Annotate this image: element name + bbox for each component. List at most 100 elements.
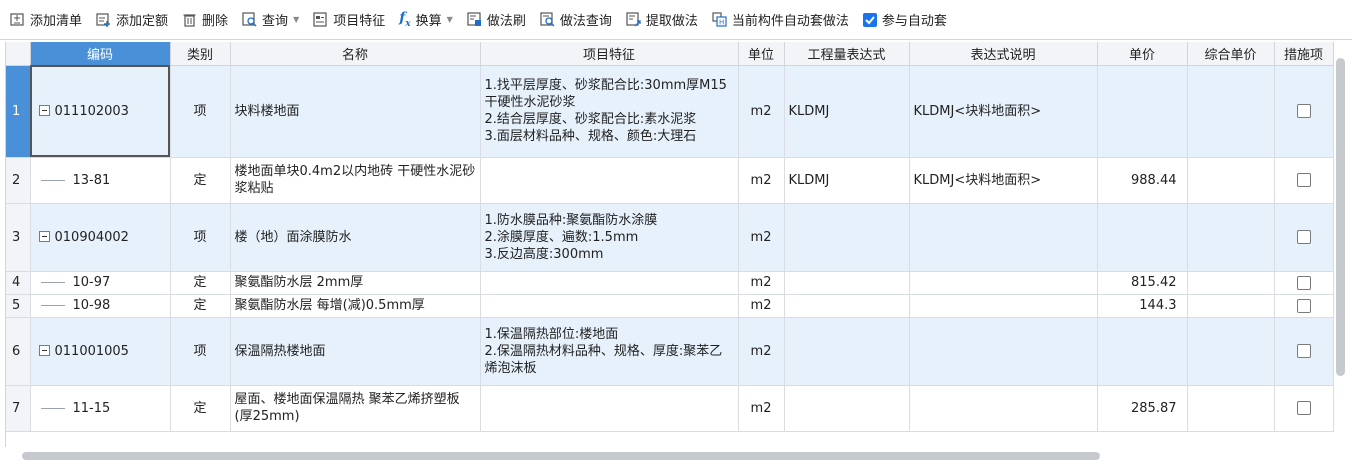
- price-cell[interactable]: [1097, 65, 1188, 158]
- measure-cell[interactable]: [1274, 317, 1334, 386]
- expression-desc-cell[interactable]: [909, 294, 1098, 318]
- expression-cell[interactable]: KLDMJ: [784, 65, 910, 158]
- measure-checkbox[interactable]: [1296, 173, 1311, 187]
- total-price-cell[interactable]: [1187, 157, 1275, 204]
- convert-button[interactable]: fx 换算 ▼: [399, 8, 453, 32]
- code-cell[interactable]: 10-97: [30, 271, 171, 295]
- row-number[interactable]: 3: [6, 203, 31, 272]
- feature-cell[interactable]: 1.防水膜品种:聚氨酯防水涂膜 2.涂膜厚度、遍数:1.5mm 3.反边高度:3…: [480, 203, 739, 272]
- table-row[interactable]: 5 10-98 定聚氨酯防水层 每增(减)0.5mm厚 m2 144.3: [6, 294, 1334, 318]
- expression-desc-cell[interactable]: [909, 271, 1098, 295]
- name-cell[interactable]: 聚氨酯防水层 2mm厚: [230, 271, 481, 295]
- checkmark-icon[interactable]: [862, 12, 877, 27]
- expression-cell[interactable]: [784, 203, 910, 272]
- unit-cell[interactable]: m2: [738, 203, 785, 272]
- table-row[interactable]: 4 10-97 定聚氨酯防水层 2mm厚 m2 815.42: [6, 271, 1334, 295]
- expression-cell[interactable]: [784, 317, 910, 386]
- expression-desc-cell[interactable]: [909, 203, 1098, 272]
- code-cell[interactable]: 011001005: [30, 317, 171, 386]
- measure-checkbox[interactable]: [1296, 298, 1311, 313]
- feature-cell[interactable]: [480, 271, 739, 295]
- price-cell[interactable]: 285.87: [1097, 385, 1188, 432]
- collapse-icon[interactable]: [38, 344, 50, 356]
- delete-button[interactable]: 删除: [182, 8, 228, 32]
- name-cell[interactable]: 保温隔热楼地面: [230, 317, 481, 386]
- price-cell[interactable]: [1097, 203, 1188, 272]
- method-query-button[interactable]: 做法查询: [540, 8, 612, 32]
- table-row[interactable]: 6 011001005 项保温隔热楼地面 1.保温隔热部位:楼地面 2.保温隔热材料品…: [6, 317, 1334, 386]
- unit-cell[interactable]: m2: [738, 271, 785, 295]
- code-cell[interactable]: 010904002: [30, 203, 171, 272]
- row-number[interactable]: 4: [6, 271, 31, 295]
- col-header-type[interactable]: 类别: [170, 42, 231, 66]
- row-number[interactable]: 5: [6, 294, 31, 318]
- type-cell[interactable]: 项: [170, 65, 231, 158]
- col-header-measure[interactable]: 措施项: [1274, 42, 1334, 66]
- feature-cell[interactable]: 1.找平层厚度、砂浆配合比:30mm厚M15干硬性水泥砂浆 2.结合层厚度、砂浆…: [480, 65, 739, 158]
- total-price-cell[interactable]: [1187, 65, 1275, 158]
- row-number[interactable]: 6: [6, 317, 31, 386]
- corner-cell[interactable]: [6, 42, 31, 66]
- add-quota-button[interactable]: 添加定额: [96, 8, 168, 32]
- chevron-down-icon[interactable]: ▼: [293, 15, 299, 24]
- auto-apply-current-button[interactable]: H 当前构件自动套做法: [712, 8, 849, 32]
- type-cell[interactable]: 定: [170, 294, 231, 318]
- chevron-down-icon[interactable]: ▼: [447, 15, 453, 24]
- col-header-name[interactable]: 名称: [230, 42, 481, 66]
- total-price-cell[interactable]: [1187, 385, 1275, 432]
- method-brush-button[interactable]: 做法刷: [467, 8, 526, 32]
- col-header-total-price[interactable]: 综合单价: [1187, 42, 1275, 66]
- measure-checkbox[interactable]: [1296, 344, 1311, 358]
- type-cell[interactable]: 项: [170, 203, 231, 272]
- measure-cell[interactable]: [1274, 157, 1334, 204]
- name-cell[interactable]: 楼（地）面涂膜防水: [230, 203, 481, 272]
- total-price-cell[interactable]: [1187, 271, 1275, 295]
- name-cell[interactable]: 楼地面单块0.4m2以内地砖 干硬性水泥砂浆粘贴: [230, 157, 481, 204]
- measure-checkbox[interactable]: [1296, 104, 1311, 118]
- code-cell[interactable]: 011102003: [30, 65, 171, 158]
- price-cell[interactable]: [1097, 317, 1188, 386]
- expression-desc-cell[interactable]: KLDMJ<块料地面积>: [909, 65, 1098, 158]
- row-number[interactable]: 7: [6, 385, 31, 432]
- expression-desc-cell[interactable]: [909, 317, 1098, 386]
- type-cell[interactable]: 项: [170, 317, 231, 386]
- measure-checkbox[interactable]: [1296, 275, 1311, 290]
- horizontal-scrollbar[interactable]: [22, 452, 1100, 460]
- type-cell[interactable]: 定: [170, 157, 231, 204]
- feature-cell[interactable]: [480, 294, 739, 318]
- join-auto-checkbox[interactable]: 参与自动套: [862, 8, 947, 32]
- table-row[interactable]: 1 011102003 项块料楼地面 1.找平层厚度、砂浆配合比:30mm厚M15干硬…: [6, 65, 1334, 158]
- total-price-cell[interactable]: [1187, 203, 1275, 272]
- collapse-icon[interactable]: [38, 230, 50, 242]
- collapse-icon[interactable]: [38, 104, 50, 116]
- price-cell[interactable]: 144.3: [1097, 294, 1188, 318]
- col-header-code[interactable]: 编码: [30, 42, 171, 66]
- total-price-cell[interactable]: [1187, 294, 1275, 318]
- item-feature-button[interactable]: 项目特征: [313, 8, 385, 32]
- extract-method-button[interactable]: 提取做法: [626, 8, 698, 32]
- code-cell[interactable]: 11-15: [30, 385, 171, 432]
- name-cell[interactable]: 聚氨酯防水层 每增(减)0.5mm厚: [230, 294, 481, 318]
- feature-cell[interactable]: [480, 157, 739, 204]
- expression-desc-cell[interactable]: KLDMJ<块料地面积>: [909, 157, 1098, 204]
- measure-checkbox[interactable]: [1296, 230, 1311, 244]
- measure-cell[interactable]: [1274, 294, 1334, 318]
- unit-cell[interactable]: m2: [738, 294, 785, 318]
- col-header-unit[interactable]: 单位: [738, 42, 785, 66]
- expression-cell[interactable]: [784, 294, 910, 318]
- measure-checkbox[interactable]: [1296, 401, 1311, 415]
- row-number[interactable]: 2: [6, 157, 31, 204]
- expression-cell[interactable]: [784, 385, 910, 432]
- total-price-cell[interactable]: [1187, 317, 1275, 386]
- type-cell[interactable]: 定: [170, 385, 231, 432]
- measure-cell[interactable]: [1274, 385, 1334, 432]
- query-button[interactable]: 查询 ▼: [242, 8, 299, 32]
- feature-cell[interactable]: 1.保温隔热部位:楼地面 2.保温隔热材料品种、规格、厚度:聚苯乙烯泡沫板: [480, 317, 739, 386]
- measure-cell[interactable]: [1274, 203, 1334, 272]
- type-cell[interactable]: 定: [170, 271, 231, 295]
- measure-cell[interactable]: [1274, 65, 1334, 158]
- name-cell[interactable]: 块料楼地面: [230, 65, 481, 158]
- measure-cell[interactable]: [1274, 271, 1334, 295]
- price-cell[interactable]: 815.42: [1097, 271, 1188, 295]
- code-cell[interactable]: 10-98: [30, 294, 171, 318]
